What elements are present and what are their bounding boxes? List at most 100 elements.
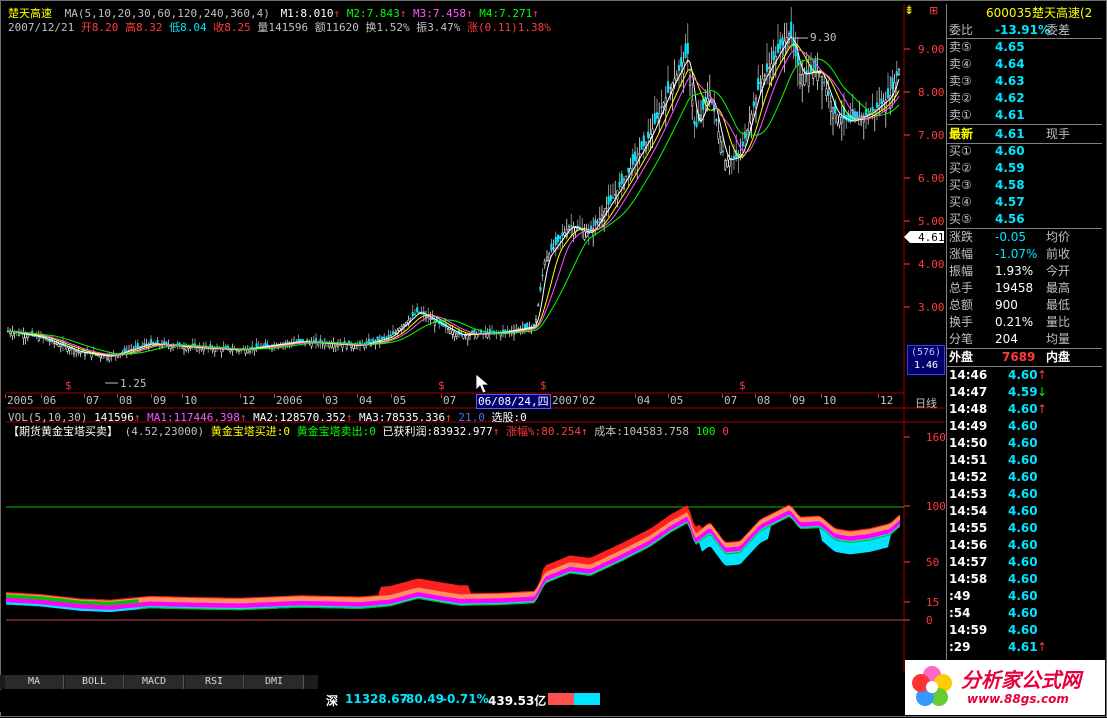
candle-body [383,336,386,340]
pin-icon[interactable]: ⇟ [904,3,914,17]
date-tick: 07 [724,394,738,407]
candle-body [781,37,784,46]
tick-row: 14:51 4.60 [945,452,1102,469]
candle-body [68,347,71,351]
candle-body [589,225,593,233]
stat-label-2: 前收 [1046,247,1071,261]
tick-time: 14:51 [949,453,988,467]
tick-arrow: ↑ [1037,402,1048,416]
candle-body [402,323,406,327]
status-index-change: -80.49 [401,692,444,706]
kline-chart[interactable]: 9.008.007.006.005.004.003.00 16010050150… [0,0,945,675]
candle-body [517,327,520,330]
buy-level-label: 买② [949,161,972,175]
buy-level-row: 买② 4.59 [945,160,1102,177]
date-tick-mark [635,394,636,398]
stat-value: 0.21% [995,315,1034,329]
candle-body [829,101,832,112]
date-tick-mark [357,394,358,398]
candle-body [462,334,465,339]
tab-ma[interactable]: MA [5,675,64,689]
candle-body [550,243,553,252]
candle-body [614,193,617,196]
stat-label: 涨跌 [949,230,974,244]
price-axis-tick: 4.00 [918,258,945,271]
candle-body [389,334,392,337]
candle-body [57,343,60,347]
stat-value: 19458 [995,281,1034,295]
status-bar: 深 11328.67 -80.49 -0.71% 439.53亿 [0,690,900,712]
quote-ratio-row: 委比 -13.91% 委差 [945,22,1102,39]
candle-body [90,353,93,358]
tab-macd[interactable]: MACD [125,675,184,689]
candle-body [814,59,817,72]
sell-level-price: 4.64 [995,57,1025,71]
sell-level-label: 卖① [949,108,972,122]
tick-price: 4.60 [1008,538,1038,552]
candle-body [583,231,586,240]
candle-body [677,65,681,71]
indicator-params: (4.52,23000) [124,425,205,438]
candle-body [556,234,560,243]
buy-level-price: 4.56 [995,212,1025,226]
candle-body [552,247,555,250]
date-tick: 07 [443,394,457,407]
date-tick-mark [84,394,85,398]
price-axis-tick: 7.00 [918,129,945,142]
sell-level-label: 卖② [949,91,972,105]
date-tick-mark [117,394,118,398]
candle-body [871,106,874,112]
candle-body [559,235,562,240]
candle-body [607,196,610,205]
candle-body [691,99,694,107]
tick-row: 14:52 4.60 [945,469,1102,486]
ma-line-m4 [7,58,900,355]
candle-body [757,78,760,91]
candle-body [776,44,780,53]
sell-level-label: 卖④ [949,57,972,71]
candle-body [466,334,469,340]
buy-level-row: 买④ 4.57 [945,194,1102,211]
candle-body [501,330,505,333]
candle-body [352,344,355,349]
stat-value: -0.05 [995,230,1027,244]
ma-lines [7,36,900,357]
candle-body [537,304,540,307]
expand-icon[interactable]: ⊞ [929,4,938,17]
candle-body [541,274,544,277]
period-label[interactable]: 日线 [915,395,937,411]
tick-time: :54 [949,606,971,620]
tick-time: 14:58 [949,572,988,586]
candle-body [526,322,529,329]
date-tick-mark [240,394,241,398]
candle-body [523,323,527,329]
candle-body [11,331,14,337]
candle-body [449,329,452,334]
candle-body [534,319,538,323]
candle-body [429,318,432,320]
tab-boll[interactable]: BOLL [65,675,124,689]
tick-arrow: ↓ [1037,385,1048,399]
candle-body [196,347,199,352]
peak-label: 9.30 [810,31,837,44]
candle-body [365,341,368,345]
candle-body [53,342,56,344]
date-tick: 2007 [552,394,579,407]
candle-body [411,312,414,317]
tick-row: 14:49 4.60 [945,418,1102,435]
stat-row: 分笔 204 均量 [945,331,1102,348]
candle-body [820,75,824,90]
candle-body [620,173,623,184]
candle-body [455,332,458,338]
tab-rsi[interactable]: RSI [185,675,244,689]
candle-body [596,221,599,224]
date-tick-mark [441,394,442,398]
candle-body [605,207,608,210]
date-tick-mark [41,394,42,398]
candle-body [143,342,146,346]
candle-body [732,156,736,159]
tick-price: 4.61 [1008,640,1038,654]
indicator-buy: 黄金宝塔买进:0 [210,425,290,438]
tab-dmi[interactable]: DMI [245,675,304,689]
candle-body [880,98,883,104]
